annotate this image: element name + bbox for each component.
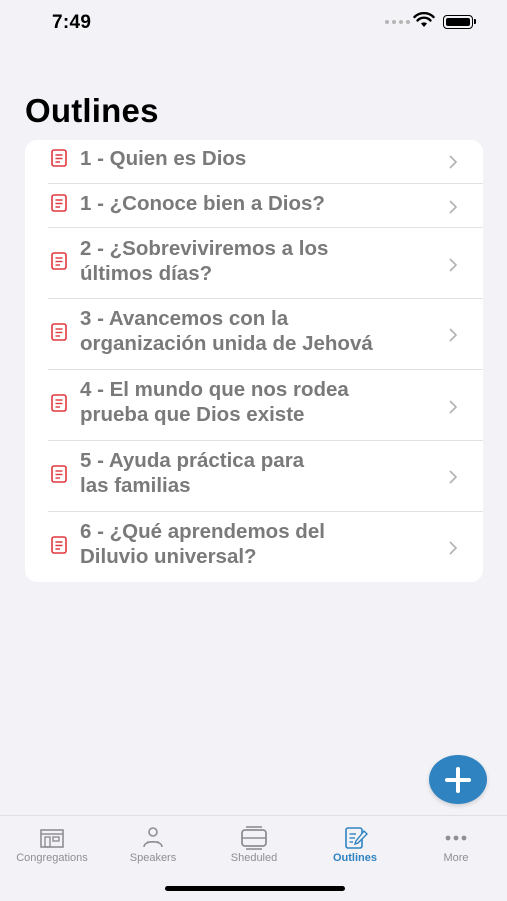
outline-title: 2 - ¿Sobreviviremos a los últimos días? [80,237,329,285]
plus-icon [445,766,471,793]
outline-title: 1 - ¿Conoce bien a Dios? [80,192,325,215]
tab-label: Congregations [16,852,88,864]
outline-row[interactable]: 4 - El mundo que nos rodea prueba que Dio… [25,370,483,441]
tab-congregations[interactable]: Congregations [2,816,102,876]
status-bar: 7:49 [0,0,507,50]
home-indicator [165,886,345,891]
battery-icon [443,15,476,29]
chevron-right-icon [449,470,457,484]
page-title: Outlines [25,92,159,129]
tab-outlines[interactable]: Outlines [305,816,405,876]
add-outline-button[interactable] [429,755,487,804]
outline-row[interactable]: 5 - Ayuda práctica para las familias [25,441,483,512]
outline-title: 4 - El mundo que nos rodea prueba que Dio… [80,378,349,426]
chevron-right-icon [449,155,457,169]
schedule-icon [241,826,267,850]
chevron-right-icon [449,400,457,414]
tab-more[interactable]: More [406,816,506,876]
tab-label: Sheduled [230,852,278,864]
building-icon [40,829,64,848]
document-icon [51,465,67,483]
tab-scheduled[interactable]: Sheduled [204,816,304,876]
tab-label: Outlines [332,852,377,864]
speaker-icon [143,827,163,848]
signal-dots-icon [385,20,410,24]
chevron-right-icon [449,328,457,342]
outline-title: 1 - Quien es Dios [80,147,247,170]
outline-row[interactable]: 1 - Quien es Dios [25,140,483,184]
status-time: 7:49 [52,12,92,33]
outline-icon [345,827,368,849]
document-icon [51,394,67,412]
document-icon [51,194,67,212]
outline-row[interactable]: 1 - ¿Conoce bien a Dios? [25,184,483,228]
outline-title: 3 - Avancemos con la organización unida d… [80,307,373,355]
outline-list: 1 - Quien es Dios 1 - ¿Conoce bien a Dio… [25,140,483,582]
tab-label: More [443,852,469,864]
document-icon [51,536,67,554]
document-icon [51,252,67,270]
outline-row[interactable]: 2 - ¿Sobreviviremos a los últimos días? [25,228,483,299]
outline-row[interactable]: 3 - Avancemos con la organización unida d… [25,299,483,370]
tab-speakers[interactable]: Speakers [103,816,203,876]
more-icon [445,835,467,841]
wifi-icon [413,12,435,27]
document-icon [51,323,67,341]
chevron-right-icon [449,258,457,272]
outline-title: 6 - ¿Qué aprendemos del Diluvio universal… [80,520,325,568]
tab-label: Speakers [129,852,177,864]
chevron-right-icon [449,541,457,555]
outline-row[interactable]: 6 - ¿Qué aprendemos del Diluvio universal… [25,512,483,582]
document-icon [51,149,67,167]
outline-title: 5 - Ayuda práctica para las familias [80,449,305,497]
chevron-right-icon [449,200,457,214]
